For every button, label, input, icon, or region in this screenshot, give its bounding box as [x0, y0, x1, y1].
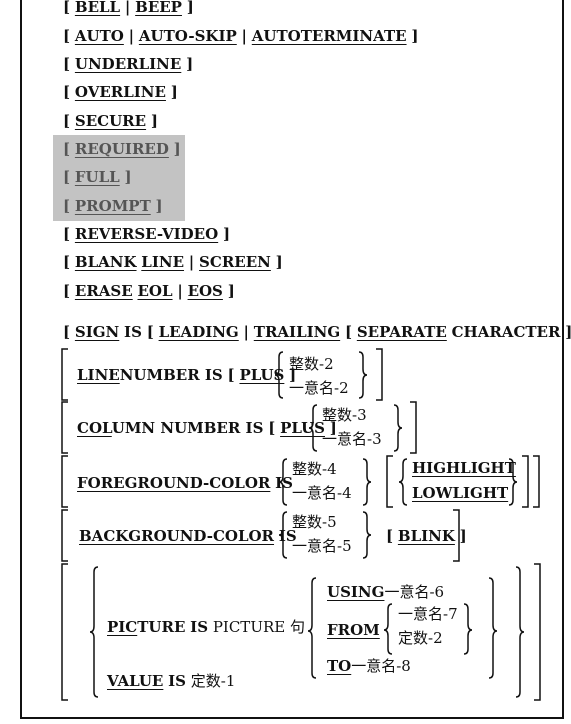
- highlight-bracket-right: [522, 455, 529, 508]
- line-number-bracket-left: [61, 348, 68, 401]
- foreground-brace-right: [362, 458, 372, 506]
- highlight-brace-left: [398, 458, 408, 506]
- line-number-brace-right: [358, 351, 368, 399]
- using-brace-left: [307, 577, 317, 679]
- using-brace-right: [488, 577, 498, 679]
- foreground-bracket-left: [61, 455, 68, 508]
- background-bracket-right: [453, 509, 460, 562]
- syntax-page: [ BELL | BEEP ] [ AUTO | AUTO-SKIP | AUT…: [0, 0, 571, 724]
- line-number-bracket-right: [376, 348, 383, 401]
- syntax-brackets: [61, 348, 541, 701]
- picture-brace-right: [515, 566, 525, 698]
- background-brace-left: [278, 511, 288, 559]
- from-brace-left: [383, 603, 393, 655]
- foreground-bracket-right: [533, 455, 540, 508]
- column-number-bracket-left: [61, 401, 68, 454]
- column-number-brace-left: [308, 404, 318, 452]
- line-number-brace-left: [274, 351, 284, 399]
- background-bracket-left: [61, 509, 68, 562]
- background-brace-right: [362, 511, 372, 559]
- column-number-bracket-right: [410, 401, 417, 454]
- picture-brace-left: [89, 566, 99, 698]
- column-number-brace-right: [393, 404, 403, 452]
- foreground-brace-left: [278, 458, 288, 506]
- picture-bracket-right: [534, 563, 541, 701]
- from-brace-right: [463, 603, 473, 655]
- highlight-brace-right: [508, 458, 518, 506]
- picture-bracket-left: [61, 563, 68, 701]
- highlight-bracket-left: [386, 455, 393, 508]
